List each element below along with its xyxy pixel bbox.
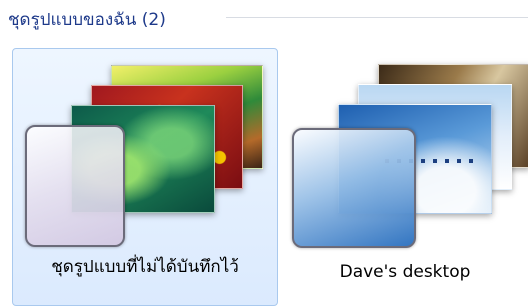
theme-label: Dave's desktop — [339, 262, 471, 282]
theme-tile-unsaved[interactable]: ชุดรูปแบบที่ไม่ได้บันทึกไว้ — [12, 48, 278, 306]
group-divider — [226, 17, 528, 18]
my-themes-group-header[interactable]: ชุดรูปแบบของฉัน (2) — [0, 0, 528, 34]
window-color-swatch — [292, 128, 416, 248]
window-color-swatch — [25, 125, 125, 247]
theme-label: ชุดรูปแบบที่ไม่ได้บันทึกไว้ — [51, 257, 239, 277]
group-title: ชุดรูปแบบของฉัน (2) — [8, 10, 166, 30]
theme-tile-daves-desktop[interactable]: Dave's desktop — [282, 48, 528, 306]
